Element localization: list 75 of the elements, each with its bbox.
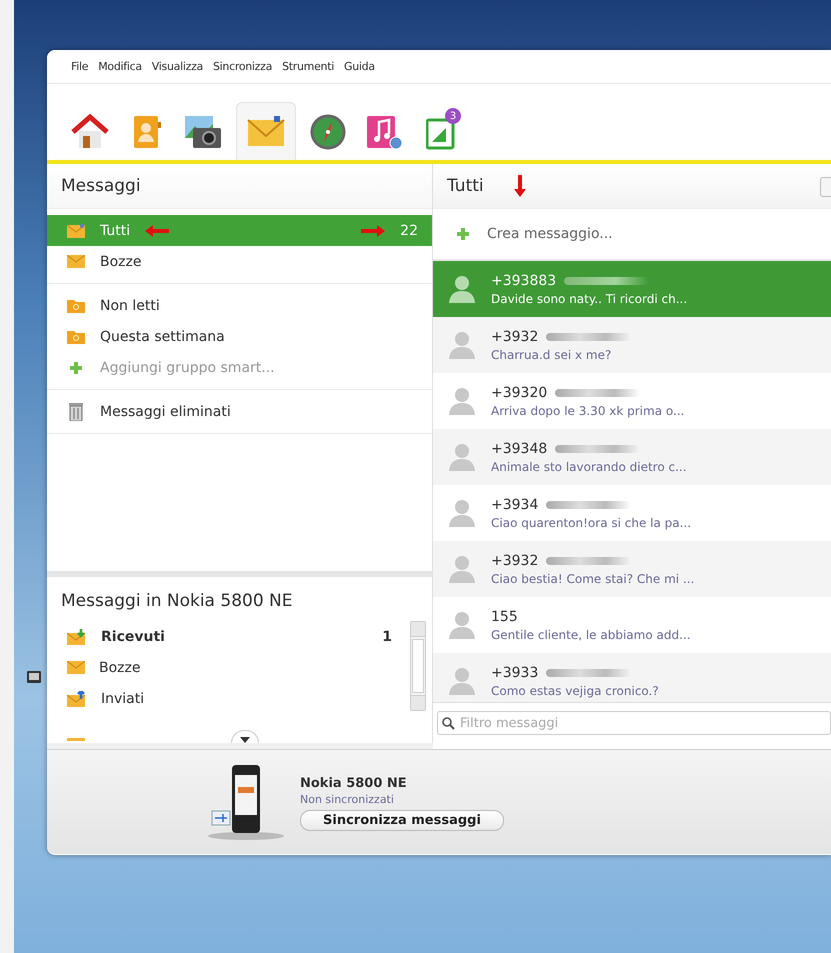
sender-number: +39320 [491,384,548,400]
menu-item[interactable]: Sincronizza [212,60,272,73]
trash-can-icon [69,402,83,420]
address-book-icon [132,114,162,150]
caret-icon [240,737,250,743]
conversation-item[interactable]: +39348 Animale sto lavorando dietro c... [433,429,831,485]
house-icon [71,114,109,150]
plus-icon [457,228,469,240]
menu-item[interactable]: Guida [344,60,375,73]
message-preview: Charrua.d sei x me? [491,348,612,362]
folder-icon [67,329,85,344]
person-silhouette-icon [449,499,475,527]
folder-item[interactable]: Messaggi eliminati [47,396,432,427]
person-silhouette-icon [449,555,475,583]
message-preview: Davide sono naty.. Ti ricordi ch... [491,292,688,306]
person-silhouette-icon [449,275,475,303]
message-count: 1 [382,628,392,644]
person-silhouette-icon [449,387,475,415]
search-icon [442,717,455,730]
sync-button[interactable]: Sincronizza messaggi [300,810,504,830]
sender-number: 155 [491,608,518,624]
sender-number: +39348 [491,440,548,456]
toolbar-tab[interactable]: 3 [417,102,467,160]
message-preview: Ciao bestia! Come stai? Che mi ... [491,572,694,586]
envelope-icon [67,224,85,238]
camera-icon [185,114,223,150]
menu-item[interactable]: File [71,60,88,73]
person-silhouette-icon [449,667,475,695]
music-note-icon [367,114,403,150]
expand-button[interactable] [231,730,259,743]
plus-icon [70,362,82,374]
arrow-icon [514,175,526,197]
menu-item[interactable]: Strumenti [282,60,334,73]
sender-number: +3933 [491,664,538,680]
inbox-icon [67,628,87,644]
person-silhouette-icon [449,611,475,639]
conversation-item[interactable]: +3932 Charrua.d sei x me? [433,317,831,373]
folder-item[interactable]: Bozze [67,652,410,683]
envelope-icon [67,661,85,674]
scrollbar[interactable] [410,621,426,711]
sync-status: Non sincronizzati [300,792,395,806]
device-name: Nokia 5800 NE [300,776,408,790]
folder-item[interactable]: Ricevuti 1 [67,621,410,652]
folder-item[interactable]: Bozze [47,246,432,277]
conversation-item[interactable]: +393883 Davide sono naty.. Ti ricordi ch... [433,261,831,317]
desktop-icon[interactable] [27,671,41,683]
folder-item[interactable]: Inviati [67,683,410,714]
conversation-item[interactable]: +3932 Ciao bestia! Come stai? Che mi ... [433,541,831,597]
folder-item[interactable]: Questa settimana [47,321,432,352]
message-count: 22 [400,222,418,238]
person-silhouette-icon [449,331,475,359]
sender-number: +3934 [491,496,538,512]
envelope-icon [67,255,85,268]
filter-field[interactable]: Filtro messaggi [437,711,831,735]
message-preview: Animale sto lavorando dietro c... [491,460,687,474]
sender-number: +3932 [491,552,538,568]
folder-item[interactable]: Non letti [47,290,432,321]
message-preview: Ciao quarenton!ora si che la pa... [491,516,692,530]
pane-title: Messaggi in Nokia 5800 NE [60,590,294,613]
count-badge: 3 [445,108,461,124]
menu-item[interactable]: Modifica [98,60,142,73]
menu-item[interactable]: Visualizza [152,60,203,73]
message-preview: Como estas vejiga cronico.? [491,684,659,698]
pane-title: Tutti [447,176,484,196]
conversation-item[interactable]: +3933 Como estas vejiga cronico.? [433,653,831,702]
folder-icon [67,298,85,313]
arrow-icon [361,224,386,236]
message-preview: Gentile cliente, le abbiamo add... [491,628,691,642]
sender-number: +393883 [491,272,556,288]
outbox-icon [67,690,87,706]
message-preview: Arriva dopo le 3.30 xk prima o... [491,404,684,418]
sender-number: +3932 [491,328,538,344]
compass-icon [310,114,346,150]
person-silhouette-icon [449,443,475,471]
arrow-icon [145,224,170,236]
